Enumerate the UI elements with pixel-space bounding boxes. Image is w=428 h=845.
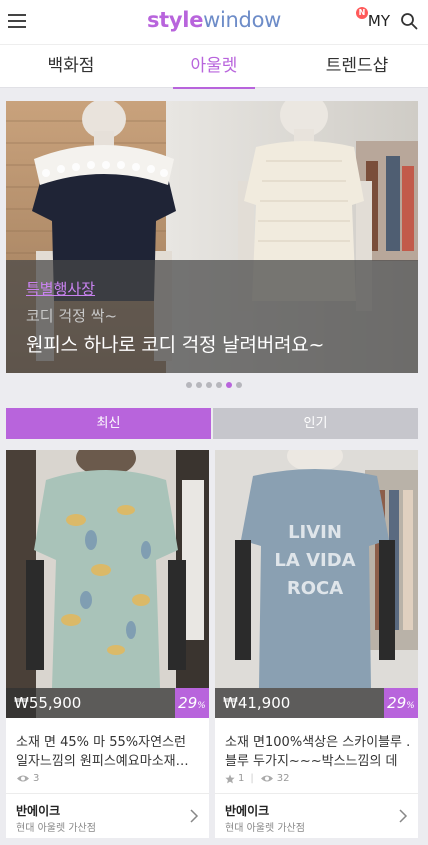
product-description[interactable]: 소재 면100%색상은 스카이블루 .블루 두가지~~~박스느낌의 데님… (225, 733, 411, 771)
logo-window-text: window (203, 8, 282, 32)
carousel-dot[interactable] (206, 382, 212, 388)
discount-badge: 29% (384, 688, 418, 718)
tab-department-store[interactable]: 백화점 (0, 45, 142, 88)
shop-name: 반에이크 (225, 804, 270, 818)
carousel-indicator (0, 382, 428, 388)
product-image[interactable]: LIVIN LA VIDA ROCA ₩41,900 29% (215, 450, 418, 718)
discount-value: 29 (178, 694, 198, 712)
discount-unit: % (406, 701, 415, 711)
product-photo-denim-dress: LIVIN LA VIDA ROCA (215, 450, 418, 718)
sort-tabs: 최신 인기 (6, 408, 418, 439)
product-price: ₩55,900 (14, 694, 82, 712)
new-badge: N (356, 7, 368, 19)
product-stats: 3 (16, 773, 39, 784)
my-page-button[interactable]: MY (368, 12, 390, 30)
logo-style-text: style (146, 8, 204, 32)
shop-link[interactable]: 반에이크 현대 아울렛 가산점 (215, 793, 418, 838)
discount-unit: % (197, 701, 206, 711)
product-card[interactable]: LIVIN LA VIDA ROCA ₩41,900 29% 소재 면100%색… (215, 450, 418, 838)
product-photo-floral-dress (6, 450, 209, 718)
chevron-right-icon (399, 809, 408, 823)
product-stats: 1 | 32 (225, 773, 289, 784)
view-count: 32 (276, 773, 290, 784)
discount-value: 29 (387, 694, 407, 712)
like-count: 1 (238, 773, 245, 784)
promo-banner[interactable]: 특별행사장 코디 걱정 싹~ 원피스 하나로 코디 걱정 날려버려요~ (6, 101, 418, 373)
shop-branch: 현대 아울렛 가산점 (16, 823, 96, 834)
stats-divider: | (250, 773, 254, 784)
carousel-dot-active[interactable] (226, 382, 232, 388)
sort-latest-tab[interactable]: 최신 (6, 408, 211, 439)
carousel-dot[interactable] (236, 382, 242, 388)
banner-tag[interactable]: 특별행사장 (26, 278, 95, 299)
product-description[interactable]: 소재 면 45% 마 55%자연스런 일자느낌의 원피스예요마소재… (16, 733, 202, 771)
tab-outlet[interactable]: 아울렛 (143, 45, 285, 89)
carousel-dot[interactable] (196, 382, 202, 388)
product-card[interactable]: ₩55,900 29% 소재 면 45% 마 55%자연스런 일자느낌의 원피스… (6, 450, 209, 838)
discount-badge: 29% (175, 688, 209, 718)
banner-subtitle: 코디 걱정 싹~ (26, 307, 118, 325)
chevron-right-icon (190, 809, 199, 823)
eye-icon (17, 775, 29, 782)
banner-title: 원피스 하나로 코디 걱정 날려버려요~ (26, 334, 325, 356)
price-bar: ₩55,900 29% (6, 688, 209, 718)
eye-icon (260, 775, 273, 782)
product-image[interactable]: ₩55,900 29% (6, 450, 209, 718)
carousel-dot[interactable] (186, 382, 192, 388)
category-tabs: 백화점 아울렛 트렌드샵 (0, 44, 428, 89)
top-bar: stylewindow N MY (0, 0, 428, 44)
svg-text:LA VIDA: LA VIDA (274, 550, 355, 571)
shop-link[interactable]: 반에이크 현대 아울렛 가산점 (6, 793, 209, 838)
tab-trend-shop[interactable]: 트렌드샵 (286, 45, 428, 88)
shop-branch: 현대 아울렛 가산점 (225, 823, 305, 834)
shop-name: 반에이크 (16, 804, 61, 818)
price-bar: ₩41,900 29% (215, 688, 418, 718)
svg-text:LIVIN: LIVIN (288, 522, 342, 543)
search-icon[interactable] (400, 12, 418, 30)
svg-text:ROCA: ROCA (287, 578, 343, 599)
carousel-dot[interactable] (216, 382, 222, 388)
view-count: 3 (33, 773, 40, 784)
product-price: ₩41,900 (223, 694, 291, 712)
star-icon (225, 774, 235, 783)
banner-caption: 특별행사장 코디 걱정 싹~ 원피스 하나로 코디 걱정 날려버려요~ (6, 260, 418, 373)
sort-popular-tab[interactable]: 인기 (213, 408, 418, 439)
